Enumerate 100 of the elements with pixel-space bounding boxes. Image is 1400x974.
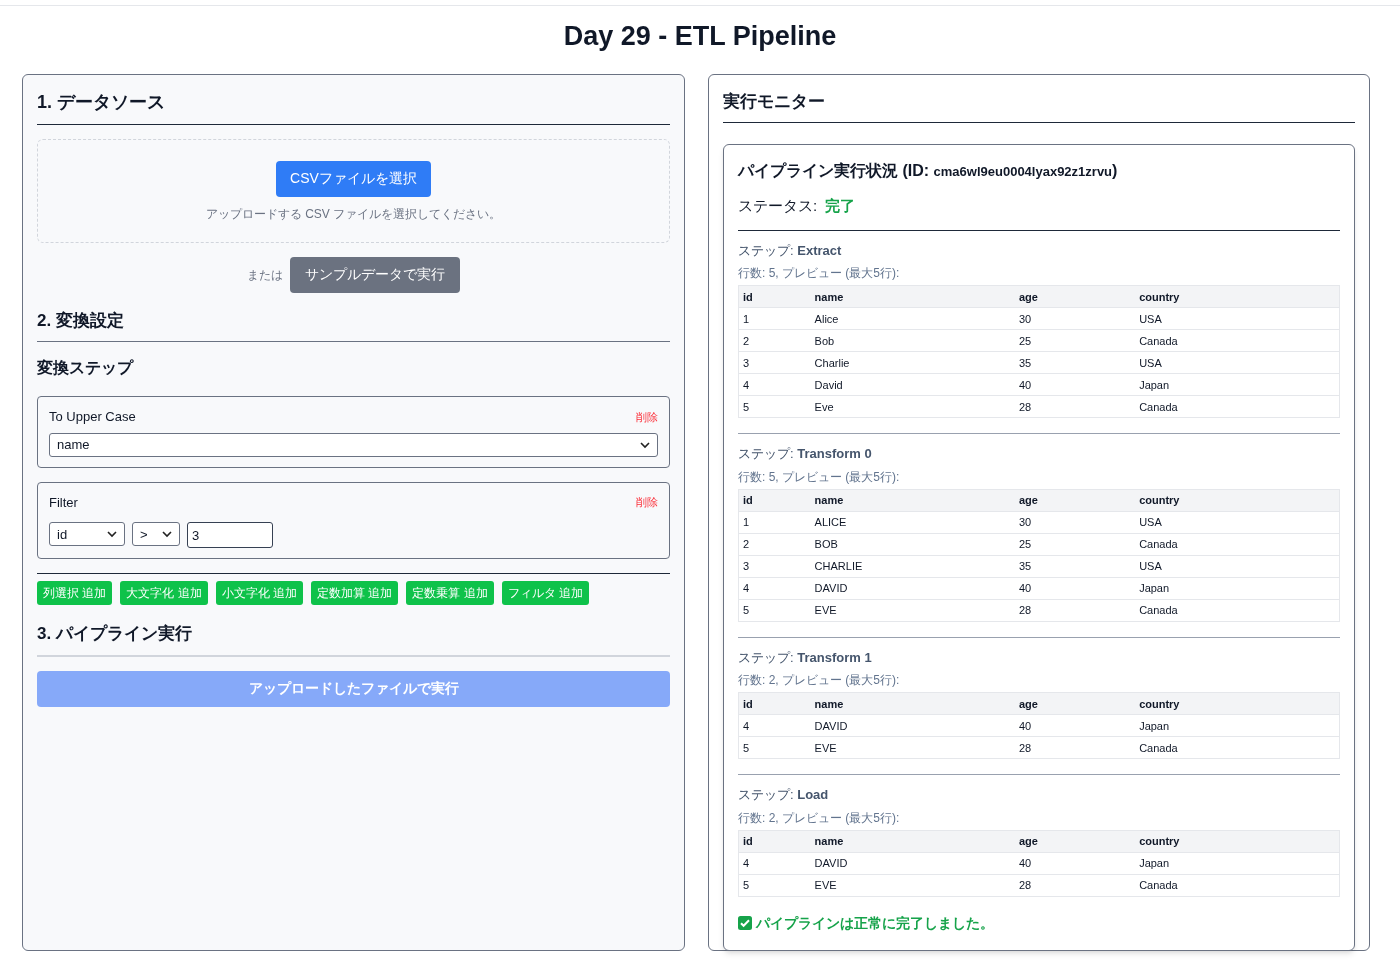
- table-cell: 5: [738, 599, 811, 622]
- delete-link[interactable]: 削除: [636, 494, 658, 511]
- table-cell: Canada: [1135, 874, 1340, 897]
- sample-button[interactable]: サンプルデータで実行: [290, 256, 460, 293]
- add-step-button[interactable]: 定数加算 追加: [311, 581, 399, 606]
- table-cell: 5: [738, 874, 811, 897]
- step-meta: 行数: 2, プレビュー (最大5行):: [738, 809, 901, 827]
- column-header: age: [1014, 692, 1136, 715]
- value-input[interactable]: 3: [187, 522, 273, 549]
- table-cell: 30: [1014, 511, 1136, 534]
- step-title: ステップ: Transform 0: [738, 445, 873, 464]
- column-header: id: [738, 489, 811, 512]
- table-cell: DAVID: [810, 852, 1015, 875]
- table-cell: 4: [738, 373, 811, 396]
- table-cell: 28: [1014, 736, 1136, 759]
- run-title: パイプライン実行状況 (ID: cma6wl9eu0004lyax92z1zrvu): [738, 161, 1119, 182]
- table-cell: 2: [738, 533, 811, 556]
- operator-select[interactable]: >: [132, 522, 180, 547]
- table-cell: 30: [1014, 307, 1136, 330]
- table-cell: CHARLIE: [810, 555, 1015, 578]
- table-cell: 1: [738, 511, 811, 534]
- table-cell: David: [810, 373, 1015, 396]
- table-cell: 40: [1014, 373, 1136, 396]
- column-header: name: [810, 285, 1015, 308]
- add-step-button[interactable]: 大文字化 追加: [120, 581, 208, 606]
- table-cell: USA: [1135, 307, 1340, 330]
- success-message: パイプラインは正常に完了しました。: [756, 913, 994, 933]
- column-header: name: [810, 692, 1015, 715]
- table-cell: 4: [738, 852, 811, 875]
- table-cell: USA: [1135, 351, 1340, 374]
- column-select[interactable]: id: [49, 522, 125, 547]
- column-header: id: [738, 830, 811, 853]
- add-step-button[interactable]: 列選択 追加: [37, 581, 113, 606]
- table-cell: Japan: [1135, 714, 1340, 737]
- table-cell: 40: [1014, 577, 1136, 600]
- status-value: 完了: [825, 196, 856, 217]
- table-cell: 28: [1014, 395, 1136, 418]
- table-cell: Canada: [1135, 395, 1340, 418]
- table-cell: 40: [1014, 852, 1136, 875]
- add-step-button[interactable]: 小文字化 追加: [215, 581, 304, 606]
- table-cell: 40: [1014, 714, 1136, 737]
- column-header: age: [1014, 830, 1136, 853]
- table-cell: Japan: [1135, 373, 1340, 396]
- step-meta: 行数: 5, プレビュー (最大5行):: [738, 468, 901, 486]
- table-cell: 3: [738, 351, 811, 374]
- table-cell: Alice: [810, 307, 1015, 330]
- page-title: Day 29 - ETL Pipeline: [562, 20, 838, 53]
- column-header: name: [810, 489, 1015, 512]
- section-heading: 2. 変換設定: [37, 307, 670, 343]
- step-title: ステップ: Transform 1: [738, 648, 873, 667]
- column-header: age: [1014, 489, 1136, 512]
- table-cell: USA: [1135, 555, 1340, 578]
- upload-hint: アップロードする CSV ファイルを選択してください。: [205, 205, 502, 223]
- table-cell: Japan: [1135, 577, 1340, 600]
- step-title: Filter: [49, 493, 78, 512]
- table-cell: 25: [1014, 329, 1136, 352]
- column-header: id: [738, 692, 811, 715]
- table-cell: 3: [738, 555, 811, 578]
- table-cell: Japan: [1135, 852, 1340, 875]
- table-cell: Charlie: [810, 351, 1015, 374]
- column-header: country: [1135, 830, 1340, 853]
- add-step-button[interactable]: 定数乗算 追加: [406, 581, 494, 606]
- table-cell: Canada: [1135, 736, 1340, 759]
- table-cell: 1: [738, 307, 811, 330]
- column-select[interactable]: name: [49, 432, 658, 457]
- table-cell: EVE: [810, 599, 1015, 622]
- table-cell: 28: [1014, 599, 1136, 622]
- subheading: 変換ステップ: [37, 358, 135, 379]
- table-cell: 5: [738, 395, 811, 418]
- table-cell: USA: [1135, 511, 1340, 534]
- step-meta: 行数: 2, プレビュー (最大5行):: [738, 672, 901, 690]
- table-cell: Bob: [810, 329, 1015, 352]
- column-header: age: [1014, 285, 1136, 308]
- table-cell: BOB: [810, 533, 1015, 556]
- table-cell: 5: [738, 736, 811, 759]
- table-cell: 4: [738, 714, 811, 737]
- table-cell: EVE: [810, 736, 1015, 759]
- section-heading: 1. データソース: [37, 88, 670, 125]
- table-cell: 35: [1014, 555, 1136, 578]
- table-cell: Eve: [810, 395, 1015, 418]
- step-title: ステップ: Extract: [738, 241, 843, 260]
- check-icon: [738, 916, 752, 931]
- upload-button[interactable]: CSVファイルを選択: [276, 160, 431, 197]
- column-header: country: [1135, 489, 1340, 512]
- column-header: country: [1135, 285, 1340, 308]
- table-cell: 25: [1014, 533, 1136, 556]
- column-header: id: [738, 285, 811, 308]
- column-header: country: [1135, 692, 1340, 715]
- table-cell: Canada: [1135, 533, 1340, 556]
- step-meta: 行数: 5, プレビュー (最大5行):: [738, 265, 901, 283]
- table-cell: EVE: [810, 874, 1015, 897]
- column-header: name: [810, 830, 1015, 853]
- delete-link[interactable]: 削除: [636, 408, 658, 426]
- status-label: ステータス:: [738, 196, 818, 217]
- table-cell: DAVID: [810, 577, 1015, 600]
- add-step-button[interactable]: フィルタ 追加: [501, 581, 590, 606]
- table-cell: 28: [1014, 874, 1136, 897]
- table-cell: 35: [1014, 351, 1136, 374]
- table-cell: DAVID: [810, 714, 1015, 737]
- table-cell: Canada: [1135, 599, 1340, 622]
